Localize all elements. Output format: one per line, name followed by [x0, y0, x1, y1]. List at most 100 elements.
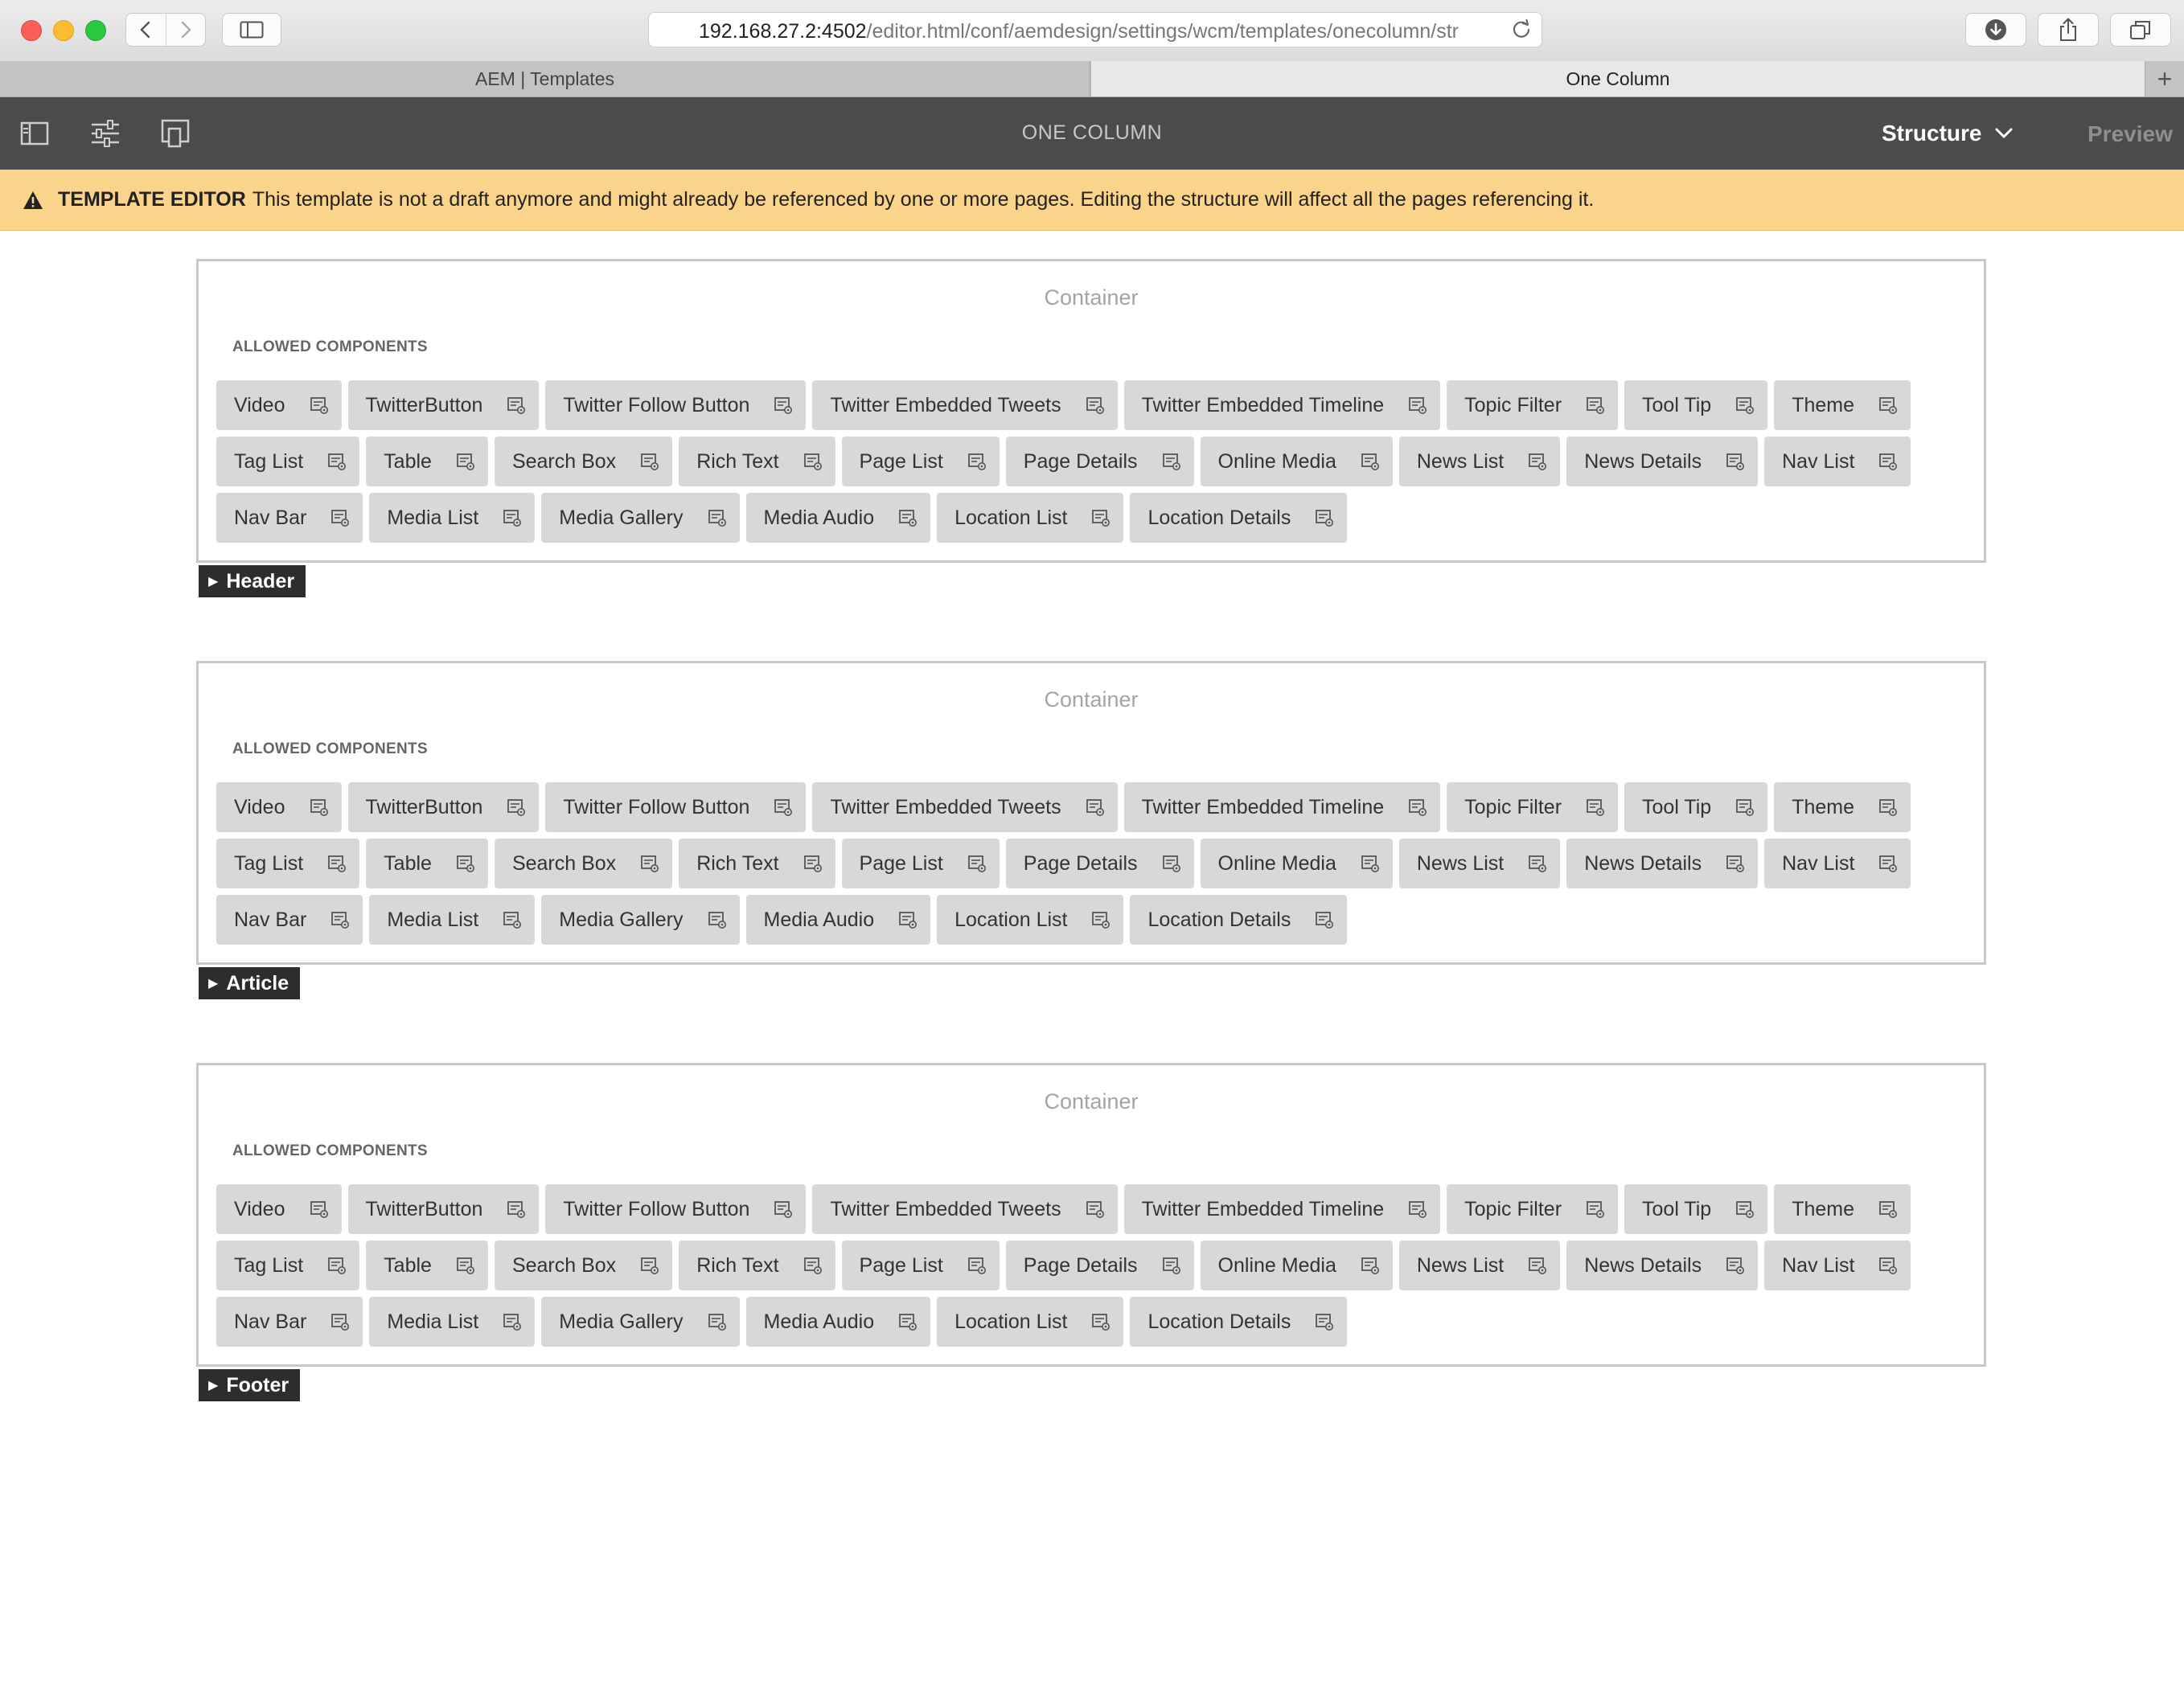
policy-icon[interactable] — [1315, 910, 1334, 929]
policy-icon[interactable] — [1162, 1256, 1181, 1275]
preview-button[interactable]: Preview — [2088, 121, 2173, 147]
policy-icon[interactable] — [310, 396, 329, 415]
policy-icon[interactable] — [1086, 396, 1105, 415]
component-chip[interactable]: Page List — [841, 839, 1000, 888]
forward-button[interactable] — [165, 14, 206, 46]
share-button[interactable] — [2038, 13, 2099, 47]
policy-icon[interactable] — [1315, 1312, 1334, 1331]
policy-icon[interactable] — [898, 508, 918, 527]
emulator-button[interactable] — [159, 117, 193, 150]
component-chip[interactable]: Topic Filter — [1447, 782, 1619, 832]
component-chip[interactable]: Nav List — [1764, 437, 1911, 486]
article-layout-container[interactable]: Container ALLOWED COMPONENTS Video TwitterB… — [196, 661, 1986, 965]
component-chip[interactable]: Nav Bar — [216, 1297, 363, 1347]
component-chip[interactable]: Tool Tip — [1624, 1184, 1768, 1234]
header-section-label[interactable]: ▶ Header — [199, 565, 306, 597]
policy-icon[interactable] — [503, 508, 522, 527]
policy-icon[interactable] — [1408, 396, 1427, 415]
component-chip[interactable]: Topic Filter — [1447, 1184, 1619, 1234]
component-chip[interactable]: Media Audio — [745, 1297, 931, 1347]
component-chip[interactable]: Twitter Embedded Timeline — [1123, 1184, 1441, 1234]
component-chip[interactable]: Location Details — [1130, 493, 1348, 543]
policy-icon[interactable] — [1735, 396, 1755, 415]
policy-icon[interactable] — [1735, 1200, 1755, 1219]
component-chip[interactable]: Twitter Follow Button — [545, 782, 807, 832]
policy-icon[interactable] — [456, 452, 475, 471]
component-chip[interactable]: Rich Text — [679, 839, 835, 888]
component-chip[interactable]: Search Box — [494, 1241, 673, 1290]
policy-icon[interactable] — [1528, 452, 1547, 471]
reload-icon[interactable] — [1511, 19, 1532, 40]
policy-icon[interactable] — [327, 854, 347, 873]
component-chip[interactable]: Online Media — [1200, 437, 1393, 486]
component-chip[interactable]: Page List — [841, 1241, 1000, 1290]
policy-icon[interactable] — [774, 798, 793, 817]
component-chip[interactable]: Table — [366, 437, 488, 486]
component-chip[interactable]: Theme — [1774, 782, 1911, 832]
component-chip[interactable]: Media List — [369, 1297, 536, 1347]
show-all-tabs-button[interactable] — [2110, 13, 2171, 47]
policy-icon[interactable] — [330, 508, 350, 527]
close-window-button[interactable] — [21, 20, 42, 41]
component-chip[interactable]: Online Media — [1200, 839, 1393, 888]
policy-icon[interactable] — [967, 452, 987, 471]
policy-icon[interactable] — [898, 1312, 918, 1331]
component-chip[interactable]: Video — [216, 380, 342, 430]
policy-icon[interactable] — [1091, 508, 1110, 527]
policy-icon[interactable] — [1361, 452, 1380, 471]
policy-icon[interactable] — [803, 1256, 823, 1275]
component-chip[interactable]: Tool Tip — [1624, 782, 1768, 832]
footer-layout-container[interactable]: Container ALLOWED COMPONENTS Video TwitterB… — [196, 1063, 1986, 1367]
component-chip[interactable]: Location Details — [1130, 895, 1348, 945]
downloads-button[interactable] — [1965, 13, 2026, 47]
component-chip[interactable]: News Details — [1566, 839, 1759, 888]
component-chip[interactable]: Tag List — [216, 437, 360, 486]
policy-icon[interactable] — [1878, 854, 1898, 873]
component-chip[interactable]: Theme — [1774, 1184, 1911, 1234]
component-chip[interactable]: Rich Text — [679, 437, 835, 486]
component-chip[interactable]: Online Media — [1200, 1241, 1393, 1290]
policy-icon[interactable] — [1878, 396, 1898, 415]
component-chip[interactable]: Nav List — [1764, 839, 1911, 888]
policy-icon[interactable] — [330, 1312, 350, 1331]
component-chip[interactable]: Page Details — [1005, 437, 1194, 486]
mode-selector[interactable]: Structure — [1882, 117, 2014, 150]
component-chip[interactable]: Media Gallery — [541, 895, 740, 945]
policy-icon[interactable] — [1091, 1312, 1110, 1331]
component-chip[interactable]: News List — [1398, 437, 1561, 486]
policy-icon[interactable] — [456, 1256, 475, 1275]
component-chip[interactable]: Theme — [1774, 380, 1911, 430]
component-chip[interactable]: Location List — [937, 1297, 1124, 1347]
policy-icon[interactable] — [1315, 508, 1334, 527]
component-chip[interactable]: TwitterButton — [347, 1184, 540, 1234]
component-chip[interactable]: Twitter Embedded Tweets — [812, 782, 1118, 832]
component-chip[interactable]: Tag List — [216, 1241, 360, 1290]
toggle-side-panel-button[interactable] — [18, 117, 51, 150]
policy-icon[interactable] — [507, 798, 526, 817]
component-chip[interactable]: Nav Bar — [216, 895, 363, 945]
component-chip[interactable]: News Details — [1566, 1241, 1759, 1290]
component-chip[interactable]: Topic Filter — [1447, 380, 1619, 430]
page-properties-button[interactable] — [88, 117, 122, 150]
policy-icon[interactable] — [803, 452, 823, 471]
policy-icon[interactable] — [330, 910, 350, 929]
component-chip[interactable]: News Details — [1566, 437, 1759, 486]
component-chip[interactable]: TwitterButton — [347, 782, 540, 832]
component-chip[interactable]: Twitter Embedded Timeline — [1123, 380, 1441, 430]
policy-icon[interactable] — [640, 1256, 659, 1275]
component-chip[interactable]: News List — [1398, 839, 1561, 888]
component-chip[interactable]: Search Box — [494, 839, 673, 888]
address-bar[interactable]: 192.168.27.2:4502/editor.html/conf/aemde… — [648, 12, 1542, 47]
back-button[interactable] — [126, 14, 166, 46]
policy-icon[interactable] — [503, 1312, 522, 1331]
show-sidebar-button[interactable] — [222, 13, 281, 47]
policy-icon[interactable] — [898, 910, 918, 929]
component-chip[interactable]: Media Gallery — [541, 1297, 740, 1347]
policy-icon[interactable] — [774, 396, 793, 415]
policy-icon[interactable] — [327, 1256, 347, 1275]
component-chip[interactable]: Media Audio — [745, 895, 931, 945]
component-chip[interactable]: Twitter Embedded Timeline — [1123, 782, 1441, 832]
component-chip[interactable]: Tool Tip — [1624, 380, 1768, 430]
policy-icon[interactable] — [1086, 798, 1105, 817]
policy-icon[interactable] — [1408, 798, 1427, 817]
